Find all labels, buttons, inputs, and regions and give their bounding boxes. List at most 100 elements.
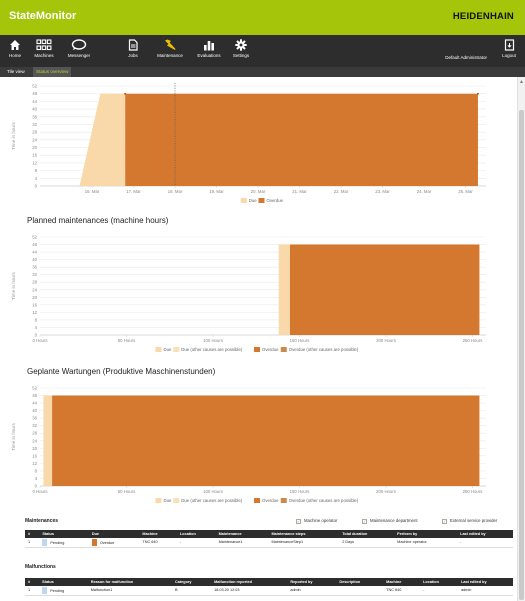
y-tick-label: 20	[32, 446, 37, 451]
nav-home[interactable]: Home	[4, 35, 26, 67]
filter-external-service-provider[interactable]: ✓ External service provider	[442, 518, 497, 524]
y-tick-label: 48	[32, 242, 37, 247]
vertical-scrollbar[interactable]: ▲	[517, 77, 525, 601]
column-header[interactable]: Total duration	[339, 530, 395, 538]
geplante-wartungen-chart: 0 4 8 12 16 20 24 28 32 36 40 44 48 52 Time in hours 0 …	[0, 382, 517, 513]
nav-settings[interactable]: Settings	[231, 35, 251, 67]
nav-machines[interactable]: Machines	[30, 35, 58, 67]
column-header[interactable]: Maintenance	[215, 530, 269, 538]
x-tick-label: 17. Mar	[126, 189, 141, 194]
nav-jobs[interactable]: Jobs	[122, 35, 144, 67]
y-tick-label: 4	[35, 176, 38, 181]
grid-icon	[36, 39, 52, 51]
legend-swatch	[280, 498, 287, 503]
legend-label: Due	[164, 498, 172, 503]
column-header[interactable]: Description	[336, 578, 384, 586]
legend-swatch	[258, 198, 265, 203]
cell-text: B	[175, 588, 178, 593]
x-tick-label: 16. Mar	[85, 189, 100, 194]
table-cell: -	[420, 586, 459, 596]
y-axis-label: Time in hours	[11, 422, 16, 450]
tab-status-overview[interactable]: Status overview	[33, 67, 72, 77]
cell-text: MaintenanceStep1	[271, 540, 304, 545]
column-header[interactable]: Malfunction reported	[211, 578, 288, 586]
legend-swatch	[254, 347, 260, 352]
logout-icon	[504, 39, 514, 51]
legend-swatch	[240, 198, 247, 203]
y-tick-label: 16	[32, 153, 37, 158]
legend-label: Overdue	[262, 347, 279, 352]
scroll-thumb[interactable]	[519, 110, 524, 600]
tab-tile-view[interactable]: Tile view	[4, 67, 28, 77]
nav-evaluations[interactable]: Evaluations	[195, 35, 223, 67]
y-tick-label: 4	[35, 476, 38, 481]
legend-label: Due	[164, 347, 172, 352]
table-cell: 1	[25, 538, 40, 548]
column-header[interactable]: Last edited by	[458, 578, 513, 586]
y-tick-label: 28	[32, 280, 37, 285]
x-tick-label: 50 Hours	[118, 338, 135, 343]
checkbox-icon[interactable]: ✓	[362, 519, 367, 524]
app-title: StateMonitor	[9, 10, 77, 22]
checkbox-icon[interactable]: ✓	[442, 519, 447, 524]
filter-maintenance-department[interactable]: ✓ Maintenance department	[362, 518, 418, 524]
nav-messenger-label: Messenger	[67, 53, 91, 58]
table-cell: MaintenanceStep1	[268, 538, 340, 548]
wrench-icon	[165, 39, 176, 50]
column-header[interactable]: #	[25, 530, 40, 538]
checkbox-icon[interactable]: ✓	[296, 519, 301, 524]
y-tick-label: 52	[32, 386, 37, 391]
cell-text: -	[460, 540, 462, 545]
overdue-start-marker	[124, 92, 127, 95]
calendar-maintenance-chart: 0 4 8 12 16 20 24 28 32 36 40 44 48 52 Time in hours 16…	[0, 80, 517, 212]
column-header[interactable]: Due	[88, 530, 140, 538]
x-tick-label: 21. Mar	[292, 189, 307, 194]
cell-text: 1	[28, 588, 31, 593]
legend-label: Due (other causes are possible)	[181, 498, 242, 503]
column-header[interactable]: Status	[39, 530, 89, 538]
y-tick-label: 20	[32, 145, 37, 150]
y-tick-label: 0	[35, 333, 38, 338]
column-header[interactable]: Machine	[139, 530, 177, 538]
legend-swatch	[173, 498, 180, 503]
x-tick-label: 250 Hours	[463, 338, 483, 343]
column-header[interactable]: Maintenance steps	[268, 530, 340, 538]
column-header[interactable]: Category	[172, 578, 212, 586]
column-header[interactable]: #	[25, 578, 40, 586]
cell-text: Pending	[50, 588, 65, 593]
x-tick-label: 50 Hours	[118, 489, 135, 494]
column-header[interactable]: Location	[176, 530, 216, 538]
table-row[interactable]: 1 Pending Overdue TNC 640 - Maintenance1 Maint…	[25, 538, 513, 548]
column-header[interactable]: Perform by	[394, 530, 458, 538]
table-header-row: # Status Due Machine Location Maintenance Main…	[25, 530, 513, 538]
area-overdue	[52, 395, 480, 486]
table-cell: admin	[287, 586, 337, 596]
y-tick-label: 24	[32, 287, 37, 292]
legend-label: Due	[249, 198, 257, 203]
y-tick-label: 32	[32, 122, 37, 127]
column-header[interactable]: Last edited by	[457, 530, 513, 538]
filter-machine-operator[interactable]: ✓ Machine operator	[296, 518, 337, 524]
nav-maintenance[interactable]: Maintenance	[155, 35, 185, 67]
column-header[interactable]: Reported by	[287, 578, 337, 586]
column-header[interactable]: Machine	[383, 578, 421, 586]
y-tick-label: 8	[35, 317, 38, 322]
legend-label: Overdue	[267, 198, 284, 203]
table-row[interactable]: 1 Pending Malfunction1 B 18.03.20 12:03 admin…	[25, 586, 513, 596]
top-bar: StateMonitor HEIDENHAIN	[0, 0, 525, 35]
y-tick-label: 12	[32, 310, 37, 315]
y-tick-label: 0	[35, 484, 38, 489]
cell-text: 18.03.20 12:03	[214, 588, 240, 593]
column-header[interactable]: Reason for malfunction	[87, 578, 173, 586]
x-tick-label: 22. Mar	[334, 189, 349, 194]
logout-button[interactable]: Logout	[499, 35, 519, 67]
home-icon	[10, 40, 20, 50]
nav-settings-label: Settings	[232, 53, 250, 58]
y-axis-label: Time in hours	[11, 271, 16, 299]
column-header[interactable]: Location	[420, 578, 459, 586]
scroll-up-arrow-icon[interactable]: ▲	[519, 79, 524, 85]
legend-label: Due (other causes are possible)	[181, 347, 242, 352]
nav-messenger[interactable]: Messenger	[62, 35, 96, 67]
y-tick-label: 36	[32, 114, 37, 119]
column-header[interactable]: Status	[39, 578, 88, 586]
